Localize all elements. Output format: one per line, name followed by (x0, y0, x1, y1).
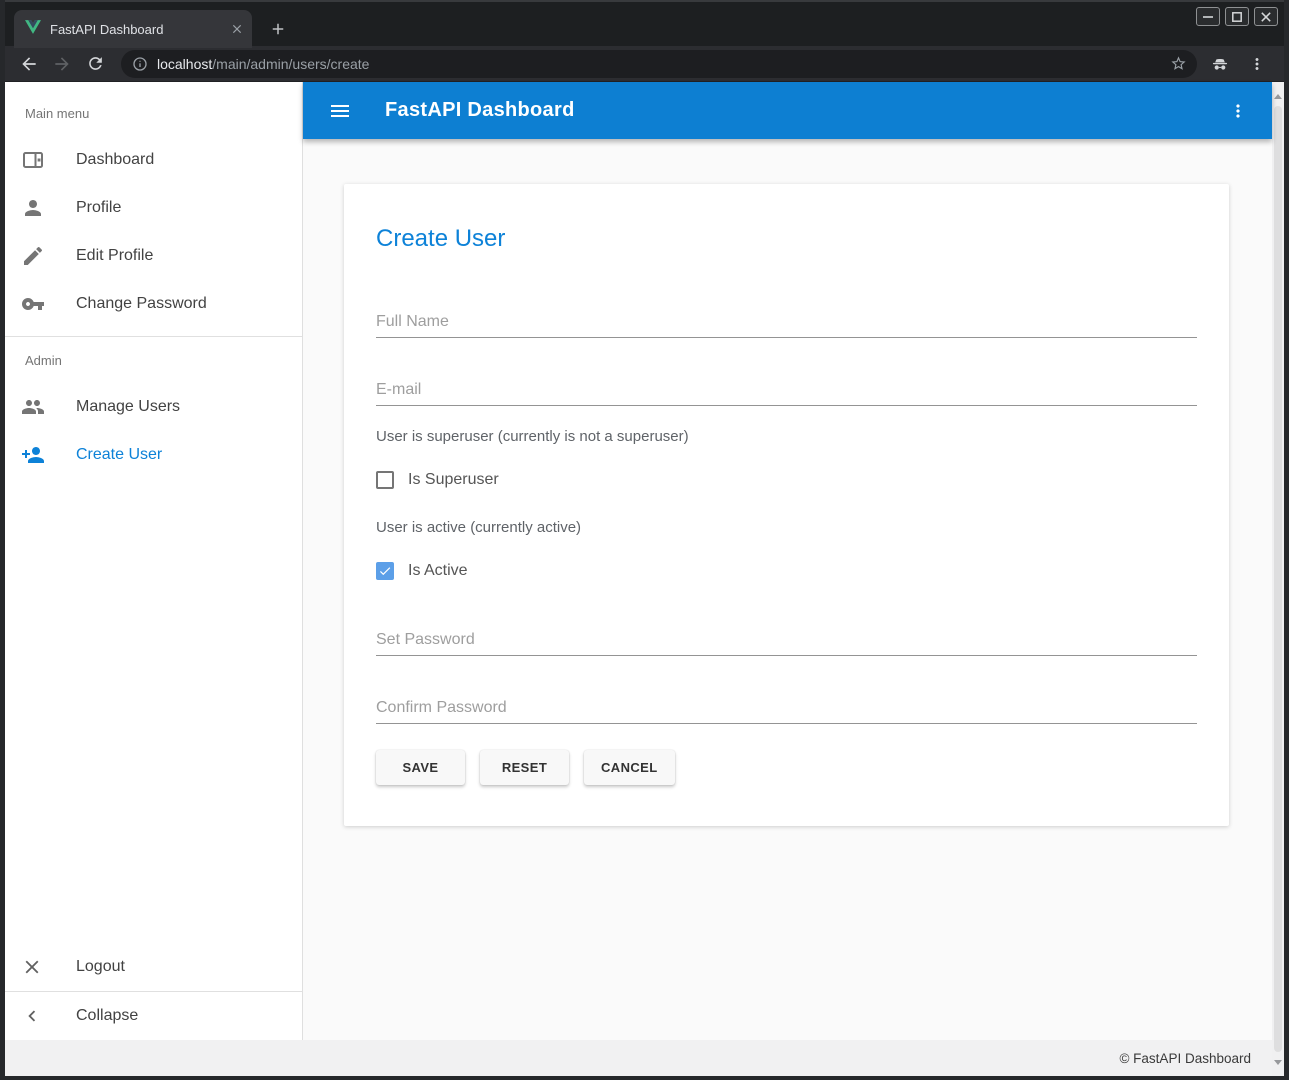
sidebar-item-edit-profile[interactable]: Edit Profile (5, 232, 302, 280)
dashboard-icon (21, 148, 45, 172)
sidebar-item-label: Create User (76, 446, 162, 464)
sidebar-item-collapse[interactable]: Collapse (5, 992, 302, 1040)
page-footer: © FastAPI Dashboard (5, 1040, 1272, 1076)
sidebar-item-label: Change Password (76, 295, 207, 313)
cancel-button[interactable]: CANCEL (584, 750, 675, 785)
active-hint: User is active (currently active) (376, 519, 1197, 536)
close-icon (21, 955, 45, 979)
superuser-hint: User is superuser (currently is not a su… (376, 428, 1197, 445)
sidebar-item-logout[interactable]: Logout (5, 943, 302, 991)
sidebar-item-label: Profile (76, 199, 121, 217)
minimize-button[interactable] (1196, 7, 1220, 26)
sidebar: Main menu Dashboard Profile (5, 82, 303, 1040)
main-content: Create User User is superuser (currently… (303, 139, 1272, 1040)
back-icon[interactable] (14, 49, 44, 79)
site-info-icon[interactable] (132, 56, 148, 72)
scroll-down-icon[interactable] (1272, 1056, 1284, 1068)
reload-icon[interactable] (80, 49, 110, 79)
sidebar-section-main-menu: Main menu (5, 90, 302, 136)
url-bar[interactable]: localhost/main/admin/users/create (121, 50, 1197, 78)
checkbox-checked-icon[interactable] (376, 562, 394, 580)
email-input[interactable] (376, 374, 1197, 406)
checkbox-unchecked-icon[interactable] (376, 471, 394, 489)
email-field (376, 374, 1197, 406)
forward-icon[interactable] (47, 49, 77, 79)
save-button[interactable]: SAVE (376, 750, 465, 785)
sidebar-spacer (5, 479, 302, 943)
sidebar-item-create-user[interactable]: Create User (5, 431, 302, 479)
person-add-icon (21, 443, 45, 467)
sidebar-item-dashboard[interactable]: Dashboard (5, 136, 302, 184)
appbar-kebab-icon[interactable] (1220, 93, 1256, 129)
sidebar-item-label: Edit Profile (76, 247, 153, 265)
close-window-button[interactable] (1254, 7, 1278, 26)
app-bar: FastAPI Dashboard (303, 82, 1272, 139)
new-tab-button[interactable] (265, 16, 291, 42)
maximize-button[interactable] (1225, 7, 1249, 26)
form-title: Create User (376, 224, 1197, 254)
sidebar-item-label: Collapse (76, 1007, 138, 1025)
sidebar-item-profile[interactable]: Profile (5, 184, 302, 232)
bookmark-star-icon[interactable] (1170, 55, 1187, 72)
confirm-password-input[interactable] (376, 692, 1197, 724)
full-name-field (376, 306, 1197, 338)
hamburger-menu-icon[interactable] (328, 99, 352, 123)
url-path: /main/admin/users/create (212, 56, 369, 72)
incognito-icon (1205, 49, 1235, 79)
tab-strip: FastAPI Dashboard (5, 0, 1284, 46)
set-password-field (376, 624, 1197, 656)
sidebar-item-label: Manage Users (76, 398, 180, 416)
sidebar-item-change-password[interactable]: Change Password (5, 280, 302, 328)
full-name-input[interactable] (376, 306, 1197, 338)
browser-window: FastAPI Dashboard (0, 0, 1289, 1080)
page-scrollbar[interactable] (1272, 82, 1284, 1076)
vue-favicon-icon (25, 19, 41, 40)
pencil-icon (21, 244, 45, 268)
sidebar-item-manage-users[interactable]: Manage Users (5, 383, 302, 431)
person-icon (21, 196, 45, 220)
checkbox-label: Is Active (408, 562, 468, 580)
copyright-text: © FastAPI Dashboard (1119, 1051, 1251, 1066)
confirm-password-field (376, 692, 1197, 724)
chevron-left-icon (21, 1004, 45, 1028)
browser-tab[interactable]: FastAPI Dashboard (14, 10, 252, 48)
form-buttons: SAVE RESET CANCEL (376, 750, 1197, 785)
window-controls (1196, 7, 1278, 26)
group-icon (21, 395, 45, 419)
scrollbar-thumb[interactable] (1274, 106, 1282, 1052)
browser-toolbar: localhost/main/admin/users/create (5, 46, 1284, 82)
key-icon (21, 292, 45, 316)
create-user-card: Create User User is superuser (currently… (344, 184, 1229, 826)
url-host: localhost (157, 56, 212, 72)
tab-close-icon[interactable] (230, 22, 244, 36)
set-password-input[interactable] (376, 624, 1197, 656)
scroll-up-icon[interactable] (1272, 90, 1284, 102)
reset-button[interactable]: RESET (480, 750, 569, 785)
is-superuser-checkbox-row[interactable]: Is Superuser (376, 469, 1197, 491)
appbar-title: FastAPI Dashboard (385, 99, 1220, 122)
is-active-checkbox-row[interactable]: Is Active (376, 560, 1197, 582)
sidebar-item-label: Logout (76, 958, 125, 976)
checkbox-label: Is Superuser (408, 471, 499, 489)
sidebar-section-admin: Admin (5, 337, 302, 383)
tab-title: FastAPI Dashboard (50, 22, 230, 37)
sidebar-item-label: Dashboard (76, 151, 154, 169)
browser-menu-kebab-icon[interactable] (1242, 49, 1272, 79)
url-text: localhost/main/admin/users/create (157, 56, 1170, 72)
